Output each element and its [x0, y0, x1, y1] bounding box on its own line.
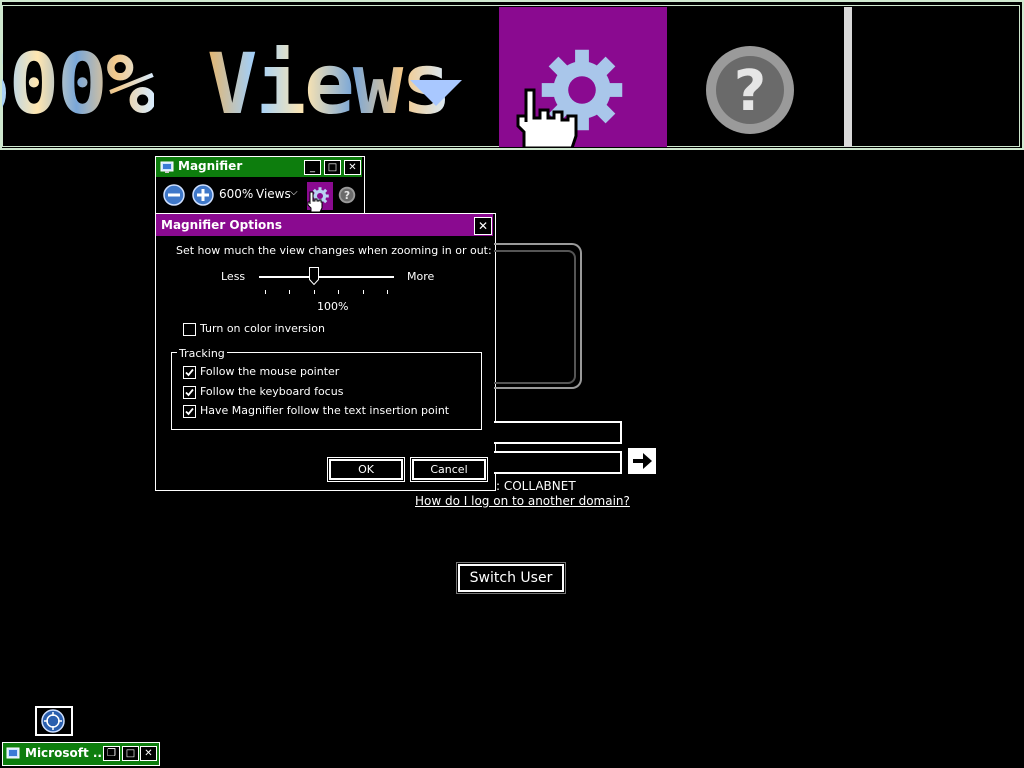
color-inversion-checkbox[interactable] [183, 323, 196, 336]
zoom-increment-slider[interactable] [259, 276, 394, 278]
lens-zoom-text: 600% [2, 42, 156, 126]
slider-min-label: Less [221, 270, 246, 283]
password-field[interactable] [494, 451, 622, 474]
follow-text-insertion-checkbox[interactable] [183, 405, 196, 418]
window-app-icon [6, 747, 20, 759]
zoom-out-icon[interactable] [163, 184, 185, 206]
svg-text:?: ? [344, 190, 350, 202]
follow-keyboard-label[interactable]: Follow the keyboard focus [200, 385, 343, 398]
magnifier-options-dialog: Magnifier Options ✕ Set how much the vie… [155, 213, 496, 491]
switch-user-button[interactable]: Switch User [456, 562, 566, 594]
slider-tick [265, 290, 266, 294]
magnifier-lens-view: 600% Views ? [0, 0, 1024, 150]
slider-tick [289, 290, 290, 294]
magnifier-title: Magnifier [178, 159, 243, 173]
minimized-window-title: Microsoft ... [25, 746, 107, 760]
help-icon[interactable]: ? [338, 186, 356, 204]
cancel-button[interactable]: Cancel [410, 457, 488, 482]
color-inversion-label[interactable]: Turn on color inversion [200, 322, 325, 335]
zoom-level-text: 600% [219, 187, 254, 201]
dialog-title: Magnifier Options [161, 218, 282, 232]
slider-tick [363, 290, 364, 294]
other-domain-link[interactable]: How do I log on to another domain? [415, 494, 630, 508]
chevron-down-icon[interactable]: ⌵ [290, 187, 298, 198]
follow-text-insertion-label[interactable]: Have Magnifier follow the text insertion… [200, 404, 449, 417]
hand-cursor-icon [307, 191, 323, 213]
lens-divider [844, 7, 852, 147]
zoom-in-icon[interactable] [192, 184, 214, 206]
slider-tick [387, 290, 388, 294]
logon-domain-text: : COLLABNET [496, 479, 576, 493]
follow-mouse-label[interactable]: Follow the mouse pointer [200, 365, 339, 378]
magnifier-titlebar[interactable]: Magnifier _ □ ✕ [156, 157, 362, 177]
close-button[interactable]: ✕ [140, 746, 157, 761]
close-button[interactable]: ✕ [344, 160, 361, 175]
slider-thumb[interactable] [309, 267, 319, 285]
user-tile-inner-frame [494, 250, 576, 384]
arrow-right-icon[interactable] [628, 448, 656, 474]
dialog-titlebar[interactable]: Magnifier Options ✕ [156, 214, 493, 236]
ok-button[interactable]: OK [327, 457, 405, 482]
maximize-button[interactable]: □ [122, 746, 139, 761]
lens-chevron-down-icon [410, 80, 462, 106]
views-dropdown[interactable]: Views [256, 187, 291, 201]
username-field[interactable] [494, 421, 622, 444]
slider-tick [338, 290, 339, 294]
minimized-window[interactable]: Microsoft ... ❐ □ ✕ [2, 742, 160, 766]
follow-mouse-checkbox[interactable] [183, 366, 196, 379]
lens-help-icon: ? [706, 46, 794, 134]
ease-of-access-button[interactable] [35, 706, 73, 736]
magnifier-window: Magnifier _ □ ✕ 600% Views ⌵ ? [155, 156, 365, 214]
slider-max-label: More [407, 270, 435, 283]
ease-of-access-icon [41, 709, 65, 733]
restore-button[interactable]: ❐ [103, 746, 120, 761]
maximize-button[interactable]: □ [324, 160, 341, 175]
minimize-button[interactable]: _ [304, 160, 321, 175]
magnifier-app-icon [160, 161, 174, 173]
dialog-close-button[interactable]: ✕ [474, 217, 492, 235]
tracking-legend: Tracking [177, 347, 227, 360]
slider-value-label: 100% [317, 300, 349, 313]
follow-keyboard-checkbox[interactable] [183, 386, 196, 399]
svg-text:?: ? [734, 59, 766, 124]
slider-tick [314, 290, 315, 294]
lens-hand-cursor-icon [516, 88, 578, 148]
zoom-increment-prompt: Set how much the view changes when zoomi… [176, 244, 492, 257]
